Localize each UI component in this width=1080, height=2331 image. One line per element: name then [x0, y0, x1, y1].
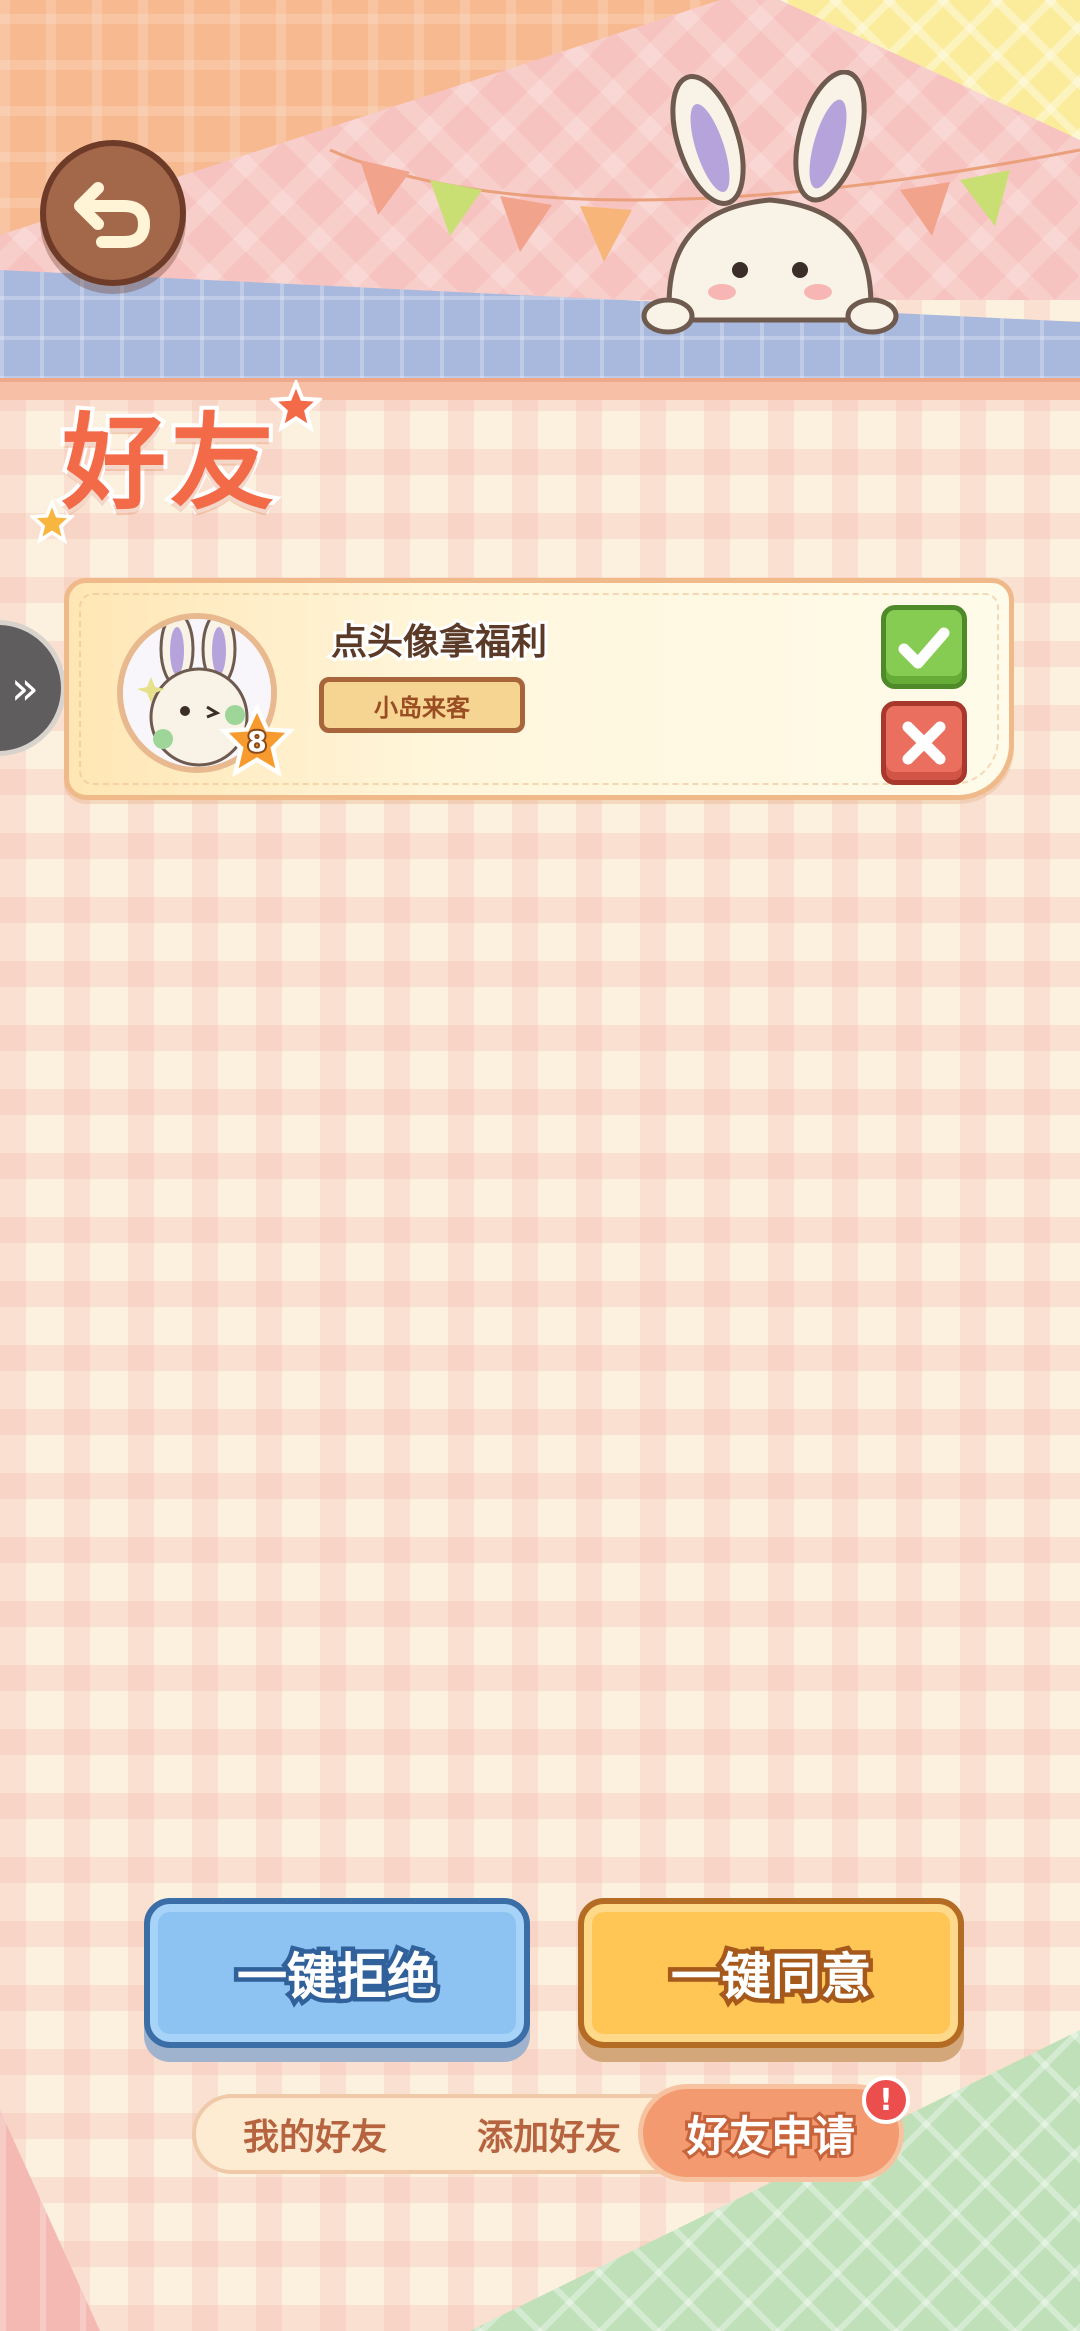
back-arrow-icon	[74, 182, 151, 248]
tab-my-friends[interactable]: 我的好友	[220, 2098, 410, 2170]
star-icon	[30, 500, 74, 544]
checkmark-icon	[898, 627, 950, 669]
accept-request-button[interactable]	[881, 605, 967, 689]
close-icon	[902, 721, 946, 765]
page-title: 好友	[58, 398, 279, 528]
notification-badge: !	[862, 2076, 910, 2124]
tab-friend-requests-label: 好友申请	[684, 2109, 858, 2164]
double-chevron-right-icon: »	[10, 661, 39, 715]
accept-all-label: 一键同意	[667, 1944, 876, 2011]
star-icon	[270, 380, 322, 432]
accept-all-button[interactable]: 一键同意	[578, 1898, 964, 2048]
friend-request-card: 8 点头像拿福利 小岛来客	[64, 578, 1014, 800]
reject-request-button[interactable]	[881, 701, 967, 785]
reject-all-button[interactable]: 一键拒绝	[144, 1898, 530, 2048]
level-value: 8	[245, 723, 268, 760]
side-panel-handle[interactable]: »	[0, 620, 66, 756]
level-badge: 8	[218, 702, 296, 778]
reject-all-label: 一键拒绝	[233, 1944, 442, 2011]
tab-add-friend[interactable]: 添加好友	[454, 2098, 644, 2170]
visitor-tag: 小岛来客	[319, 677, 525, 733]
bunny-mascot-icon	[641, 70, 899, 335]
request-username: 点头像拿福利	[328, 619, 550, 666]
back-button[interactable]	[40, 140, 186, 286]
